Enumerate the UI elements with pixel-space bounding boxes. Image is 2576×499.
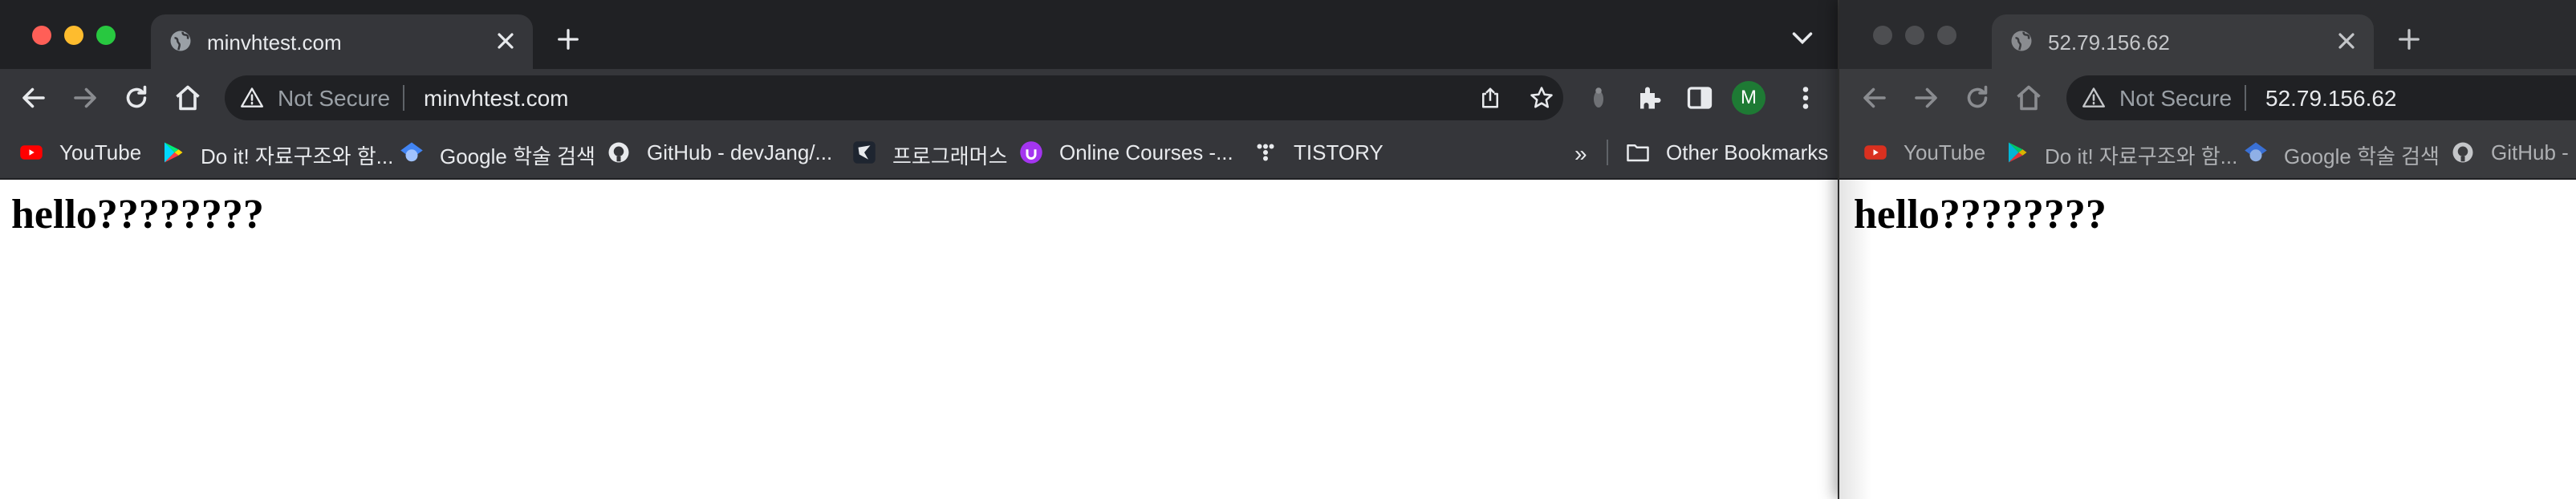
address-bar[interactable]: Not Secure minvhtest.com <box>225 75 1563 120</box>
reload-icon[interactable] <box>1963 83 1992 112</box>
tab-active[interactable]: minvhtest.com <box>151 14 533 69</box>
bookmarks-divider <box>1607 140 1608 165</box>
omnibox-divider <box>403 85 404 111</box>
kebab-menu-icon[interactable] <box>1791 83 1820 112</box>
address-bar[interactable]: Not Secure 52.79.156.62 <box>2066 75 2576 120</box>
scholar-icon <box>2245 142 2267 162</box>
tistory-icon <box>1257 144 1274 161</box>
github-icon <box>2452 142 2473 163</box>
scholar-icon <box>400 142 423 162</box>
url-text[interactable]: 52.79.156.62 <box>2265 86 2397 112</box>
tab-title: 52.79.156.62 <box>2048 30 2170 55</box>
programmers-icon <box>853 141 876 164</box>
forward-arrow-icon[interactable] <box>1912 83 1940 112</box>
window-close-button[interactable] <box>32 26 51 45</box>
tab-close-icon[interactable] <box>493 28 518 54</box>
profile-avatar[interactable]: M <box>1732 81 1765 115</box>
side-panel-icon[interactable] <box>1685 83 1714 112</box>
github-icon <box>608 142 629 163</box>
page-content: hello???????? <box>0 180 1838 499</box>
back-arrow-icon[interactable] <box>1860 83 1889 112</box>
home-icon[interactable] <box>2014 83 2043 112</box>
new-tab-plus-icon[interactable] <box>2397 27 2421 51</box>
window-close-button[interactable] <box>1873 26 1892 45</box>
udemy-icon <box>1020 141 1042 164</box>
tab-close-icon[interactable] <box>2334 28 2359 54</box>
bookmarks-bar: YouTube Do it! 자료구조와 함... Google 학술 검색 G… <box>1839 127 2576 180</box>
tab-active[interactable]: 52.79.156.62 <box>1992 14 2374 69</box>
youtube-icon <box>20 145 43 160</box>
share-icon[interactable] <box>1478 86 1502 110</box>
chevron-down-icon[interactable] <box>1791 30 1814 47</box>
warning-icon[interactable] <box>241 87 263 108</box>
tab-strip: 52.79.156.62 <box>1839 0 2576 69</box>
security-status[interactable]: Not Secure <box>2119 86 2232 112</box>
play-store-icon <box>2009 142 2027 163</box>
globe-icon <box>2011 30 2032 51</box>
page-heading: hello???????? <box>11 192 264 237</box>
security-status[interactable]: Not Secure <box>278 86 390 112</box>
window-zoom-button[interactable] <box>96 26 116 45</box>
toolbar: Not Secure minvhtest.com M <box>0 69 1838 127</box>
extension-icon[interactable] <box>1584 83 1613 112</box>
forward-arrow-icon[interactable] <box>71 83 100 112</box>
globe-icon <box>170 30 191 51</box>
window-zoom-button[interactable] <box>1937 26 1956 45</box>
star-icon[interactable] <box>1530 86 1554 110</box>
tab-title: minvhtest.com <box>207 30 342 55</box>
warning-icon[interactable] <box>2082 87 2105 108</box>
new-tab-plus-icon[interactable] <box>556 27 580 51</box>
page-content: hello???????? <box>1839 180 2576 499</box>
bookmarks-bar: YouTube Do it! 자료구조와 함... Google 학술 검색 G… <box>0 127 1838 180</box>
window-minimize-button[interactable] <box>64 26 83 45</box>
window-minimize-button[interactable] <box>1905 26 1924 45</box>
tab-strip: minvhtest.com <box>0 0 1838 69</box>
home-icon[interactable] <box>173 83 202 112</box>
reload-icon[interactable] <box>122 83 151 112</box>
browser-window-secondary: 52.79.156.62 Not Secure 52.79.156.62 You… <box>1839 0 2576 499</box>
toolbar: Not Secure 52.79.156.62 <box>1839 69 2576 127</box>
bookmarks-overflow-button[interactable]: » <box>1574 141 1587 167</box>
back-arrow-icon[interactable] <box>19 83 48 112</box>
folder-icon <box>1627 144 1649 162</box>
browser-window-main: minvhtest.com Not Secure minvhtest.com M… <box>0 0 1838 499</box>
youtube-icon <box>1864 145 1887 160</box>
page-heading: hello???????? <box>1854 192 2107 237</box>
puzzle-icon[interactable] <box>1635 83 1664 112</box>
play-store-icon <box>165 142 183 163</box>
omnibox-divider <box>2245 85 2246 111</box>
url-text[interactable]: minvhtest.com <box>424 86 569 112</box>
